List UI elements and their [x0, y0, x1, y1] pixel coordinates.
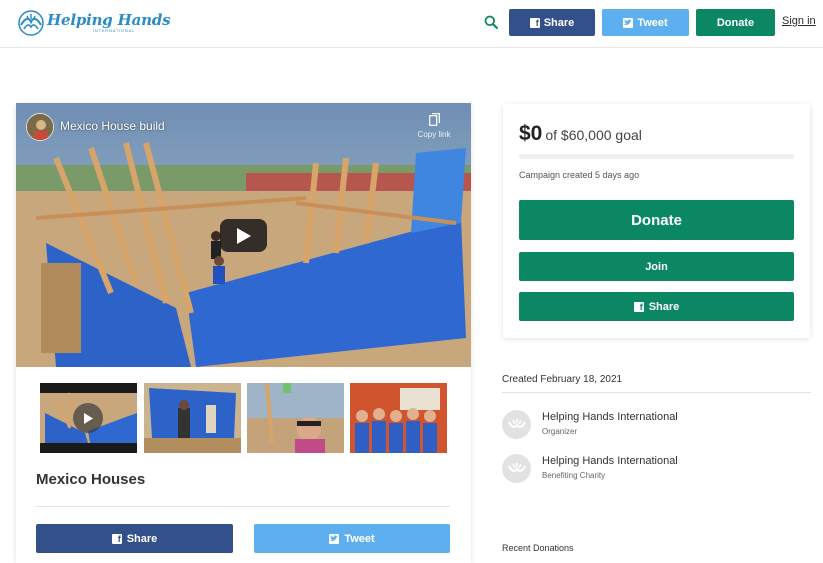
organizer-item[interactable]: Helping Hands International Organizer — [502, 409, 811, 441]
organization-avatar — [502, 410, 531, 439]
channel-avatar[interactable] — [26, 113, 54, 141]
campaign-share-button[interactable]: f Share — [36, 524, 233, 553]
facebook-icon: f — [111, 533, 122, 544]
beneficiary-item[interactable]: Helping Hands International Benefiting C… — [502, 453, 811, 485]
donate-button[interactable]: Donate — [519, 200, 794, 240]
hands-logo-icon — [507, 462, 526, 472]
thumbnail-image — [144, 383, 241, 453]
thumbnail-video[interactable] — [40, 383, 137, 453]
media-thumbnails — [40, 383, 448, 453]
organization-role: Organizer — [542, 427, 578, 436]
thumbnail-photo-1[interactable] — [144, 383, 241, 453]
donation-share-label: Share — [648, 300, 680, 313]
campaign-media-card: Mexico House build Copy link Mexico Hous… — [16, 103, 471, 563]
created-date: Created February 18, 2021 — [502, 374, 623, 385]
recent-donations-heading: Recent Donations — [502, 543, 574, 553]
campaign-title: Mexico Houses — [36, 471, 146, 488]
organization-avatar — [502, 454, 531, 483]
organization-name[interactable]: Helping Hands International — [542, 455, 678, 467]
thumbnail-photo-2[interactable] — [247, 383, 344, 453]
donation-card: $0 of $60,000 goal Campaign created 5 da… — [503, 104, 810, 338]
header-share-label: Share — [543, 16, 575, 29]
join-label: Join — [645, 260, 668, 273]
progress-bar — [519, 154, 794, 159]
header-share-button[interactable]: f Share — [509, 9, 595, 36]
donation-share-button[interactable]: f Share — [519, 292, 794, 321]
donate-label: Donate — [631, 211, 682, 229]
goal-text: of $60,000 goal — [545, 127, 642, 143]
organization-role: Benefiting Charity — [542, 471, 606, 480]
twitter-icon — [329, 533, 340, 544]
search-icon[interactable] — [484, 15, 498, 29]
organization-name[interactable]: Helping Hands International — [542, 411, 678, 423]
raised-amount: $0 — [519, 122, 543, 145]
join-button[interactable]: Join — [519, 252, 794, 281]
copy-link-button[interactable]: Copy link — [414, 113, 454, 139]
video-player[interactable]: Mexico House build Copy link — [16, 103, 471, 367]
campaign-share-label: Share — [126, 532, 158, 545]
facebook-icon: f — [633, 301, 644, 312]
thumbnail-image — [247, 383, 344, 453]
thumbnail-photo-3[interactable] — [350, 383, 447, 453]
copy-icon — [428, 113, 440, 126]
divider — [502, 392, 811, 393]
header-donate-label: Donate — [716, 16, 755, 29]
video-title[interactable]: Mexico House build — [60, 119, 165, 133]
logo-title: Helping Hands — [47, 11, 171, 29]
divider — [36, 506, 450, 507]
twitter-icon — [623, 17, 634, 28]
header-donate-button[interactable]: Donate — [696, 9, 775, 36]
facebook-icon: f — [529, 17, 540, 28]
helping-hands-logo-icon — [18, 10, 44, 36]
sign-in-link[interactable]: Sign in — [782, 15, 816, 27]
play-button[interactable] — [220, 219, 267, 252]
header-tweet-label: Tweet — [637, 16, 668, 29]
play-icon — [236, 227, 251, 244]
hands-logo-icon — [507, 418, 526, 428]
campaign-created-ago: Campaign created 5 days ago — [519, 170, 640, 180]
campaign-tweet-button[interactable]: Tweet — [254, 524, 450, 553]
header: Helping Hands INTERNATIONAL f Share Twee… — [0, 0, 823, 48]
campaign-tweet-label: Tweet — [344, 532, 375, 545]
copy-link-label: Copy link — [417, 130, 451, 139]
thumbnail-play-icon — [73, 403, 103, 433]
logo[interactable]: Helping Hands INTERNATIONAL — [17, 9, 171, 37]
raised-summary: $0 of $60,000 goal — [519, 122, 642, 146]
header-tweet-button[interactable]: Tweet — [602, 9, 689, 36]
thumbnail-image — [350, 383, 447, 453]
